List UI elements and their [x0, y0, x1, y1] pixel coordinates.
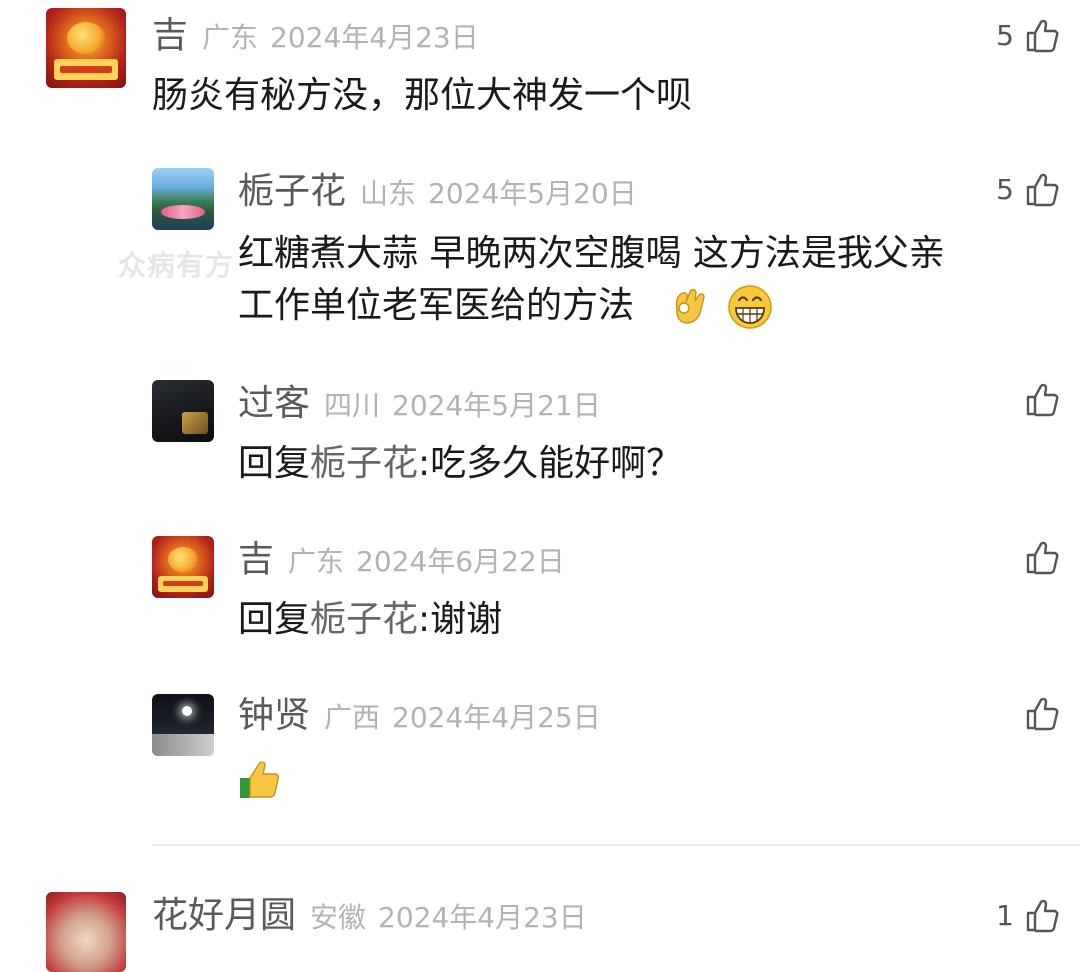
- reply-text: 回复栀子花:吃多久能好啊？: [238, 438, 682, 490]
- thumbs-up-icon: [1026, 173, 1059, 207]
- comment-header: 吉 广东 2024年4月23日: [152, 18, 479, 54]
- user-region: 四川: [324, 389, 381, 422]
- reply-date: 2024年5月20日: [428, 177, 637, 210]
- user-region: 广东: [288, 545, 345, 578]
- user-name[interactable]: 吉: [152, 18, 188, 54]
- thumbs-up-icon: [1026, 697, 1059, 731]
- thumbs-up-icon: [1026, 541, 1059, 575]
- like-button[interactable]: 1: [996, 898, 1060, 934]
- thumbs-up-icon: [1026, 383, 1059, 417]
- user-region: 广西: [324, 701, 381, 734]
- thumbs-up-icon: [1026, 899, 1059, 933]
- reply-prefix: 回复: [238, 599, 311, 640]
- comment-text: 肠炎有秘方没，那位大神发一个呗: [152, 75, 693, 116]
- user-name[interactable]: 花好月圆: [152, 898, 296, 934]
- dragon-decoration: [66, 22, 106, 55]
- like-count: 1: [996, 899, 1014, 932]
- reply-content: :谢谢: [418, 599, 503, 640]
- user-region: 山东: [360, 177, 417, 210]
- avatar[interactable]: [46, 892, 126, 972]
- reply-prefix: 回复: [238, 443, 311, 484]
- reply-text-line2: 工作单位老军医给的方法: [238, 280, 773, 332]
- banner-decoration: [54, 59, 118, 80]
- user-name[interactable]: 栀子花: [238, 174, 346, 210]
- comment-date: 2024年4月23日: [270, 21, 479, 54]
- grinning-face-emoji: [728, 285, 772, 329]
- flower-decoration: [161, 205, 205, 219]
- avatar[interactable]: [46, 8, 126, 88]
- reply-header: 钟贤 广西 2024年4月25日: [238, 698, 601, 734]
- reply-text-line2-content: 工作单位老军医给的方法: [238, 285, 635, 326]
- reply-date: 2024年4月25日: [392, 701, 601, 734]
- ok-hand-emoji: [676, 289, 706, 324]
- reply-header: 栀子花 山东 2024年5月20日: [238, 174, 637, 210]
- reply-text: [238, 752, 284, 804]
- user-region: 安徽: [310, 901, 367, 934]
- thumbs-up-emoji: [240, 761, 280, 798]
- reply-target-user[interactable]: 栀子花: [310, 599, 418, 640]
- like-button[interactable]: 5: [996, 18, 1060, 54]
- reply-date: 2024年5月21日: [392, 389, 601, 422]
- like-count: 5: [996, 19, 1014, 52]
- user-name[interactable]: 钟贤: [238, 698, 310, 734]
- reply-text: 回复栀子花:谢谢: [238, 594, 502, 646]
- banner-decoration: [158, 575, 208, 592]
- reply-header: 吉 广东 2024年6月22日: [238, 542, 565, 578]
- reply-target-user[interactable]: 栀子花: [310, 443, 418, 484]
- watermark: 众病有方: [118, 249, 235, 282]
- section-divider: [152, 844, 1080, 846]
- avatar[interactable]: [152, 536, 214, 598]
- user-name[interactable]: 吉: [238, 542, 274, 578]
- avatar[interactable]: [152, 168, 214, 230]
- comment-header: 花好月圆 安徽 2024年4月23日: [152, 898, 587, 934]
- avatar-decoration: [182, 706, 192, 716]
- reply-date: 2024年6月22日: [356, 545, 565, 578]
- thumbs-up-icon: [1026, 19, 1059, 53]
- like-count: 5: [996, 173, 1014, 206]
- reply-header: 过客 四川 2024年5月21日: [238, 386, 601, 422]
- avatar[interactable]: [152, 380, 214, 442]
- like-button[interactable]: [1014, 540, 1060, 576]
- like-button[interactable]: [1014, 382, 1060, 418]
- reply-content: :吃多久能好啊？: [418, 443, 683, 484]
- like-button[interactable]: 5: [996, 172, 1060, 208]
- avatar[interactable]: [152, 694, 214, 756]
- user-name[interactable]: 过客: [238, 386, 310, 422]
- user-region: 广东: [202, 21, 259, 54]
- like-button[interactable]: [1014, 696, 1060, 732]
- avatar-decoration: [152, 734, 214, 756]
- avatar-decoration: [182, 412, 208, 434]
- dragon-decoration: [168, 547, 198, 572]
- reply-text-line1: 红糖煮大蒜 早晚两次空腹喝 这方法是我父亲: [238, 233, 945, 274]
- comment-date: 2024年4月23日: [378, 901, 587, 934]
